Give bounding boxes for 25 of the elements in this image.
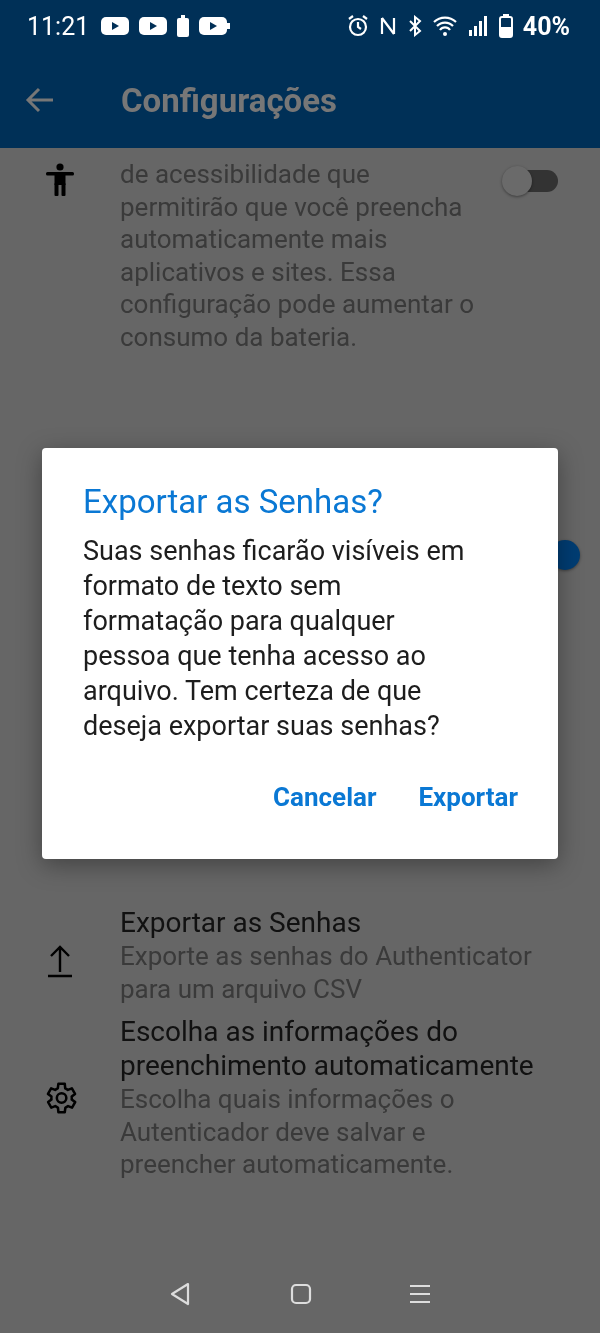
upload-icon — [46, 943, 74, 978]
accessibility-icon — [45, 163, 75, 197]
dialog-button[interactable]: Cancelar — [273, 782, 377, 812]
setting-title: Exportar as Senhas — [120, 906, 363, 940]
battery-icon — [177, 15, 190, 37]
menu-icon[interactable] — [408, 1283, 432, 1305]
dialog-title: Exportar as Senhas? — [83, 481, 384, 523]
back-icon[interactable] — [25, 87, 55, 113]
battery-percent: 40% — [522, 11, 570, 41]
dialog-button[interactable]: Exportar — [418, 782, 518, 812]
bluetooth-icon — [406, 15, 423, 37]
video-app-icon — [139, 17, 168, 35]
screen-title: Configurações — [121, 80, 337, 120]
nfc-icon — [378, 15, 397, 37]
video-app-icon — [101, 17, 130, 35]
battery-icon — [498, 14, 513, 38]
status-time: 11:21 — [27, 11, 90, 41]
home-icon[interactable] — [290, 1283, 312, 1305]
alarm-icon — [346, 15, 369, 37]
video-app-icon — [199, 17, 232, 35]
setting-title: Escolha as informações do preenchimento automaticamente — [120, 1015, 535, 1083]
toggle-switch[interactable] — [502, 166, 558, 194]
dialog-message: Suas senhas ficarão visíveis em formato de texto sem formatação para qualquer pessoa que tenha acesso ao arquivo. Tem certeza de que deseja exportar suas senhas? — [83, 534, 466, 744]
wifi-icon — [432, 16, 459, 36]
signal-icon — [468, 16, 489, 36]
